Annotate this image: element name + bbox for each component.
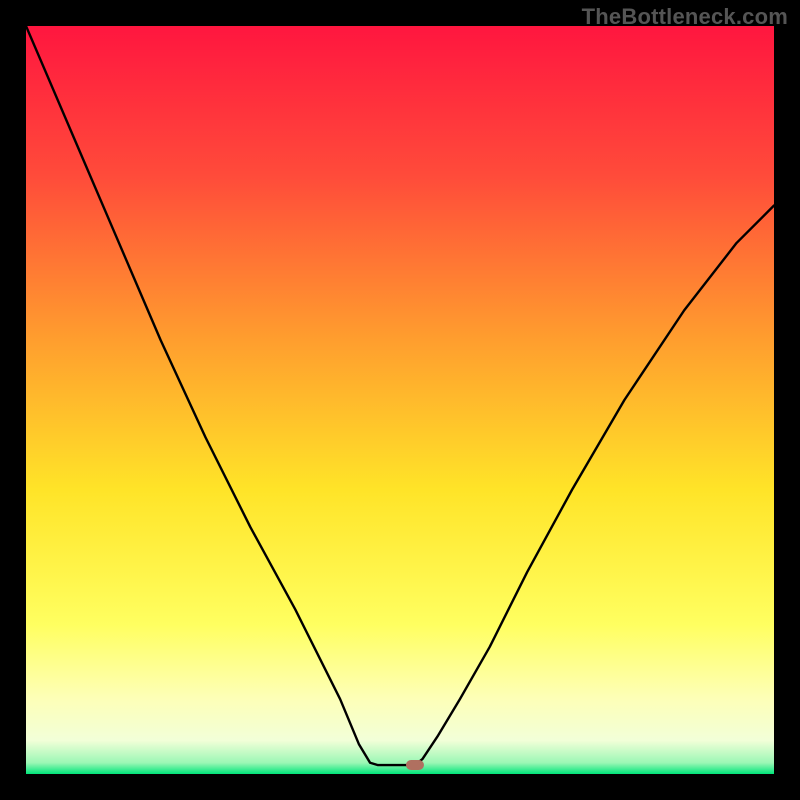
- optimum-marker: [406, 760, 424, 770]
- chart-plot-area: [26, 26, 774, 774]
- chart-svg: [26, 26, 774, 774]
- chart-frame: TheBottleneck.com: [0, 0, 800, 800]
